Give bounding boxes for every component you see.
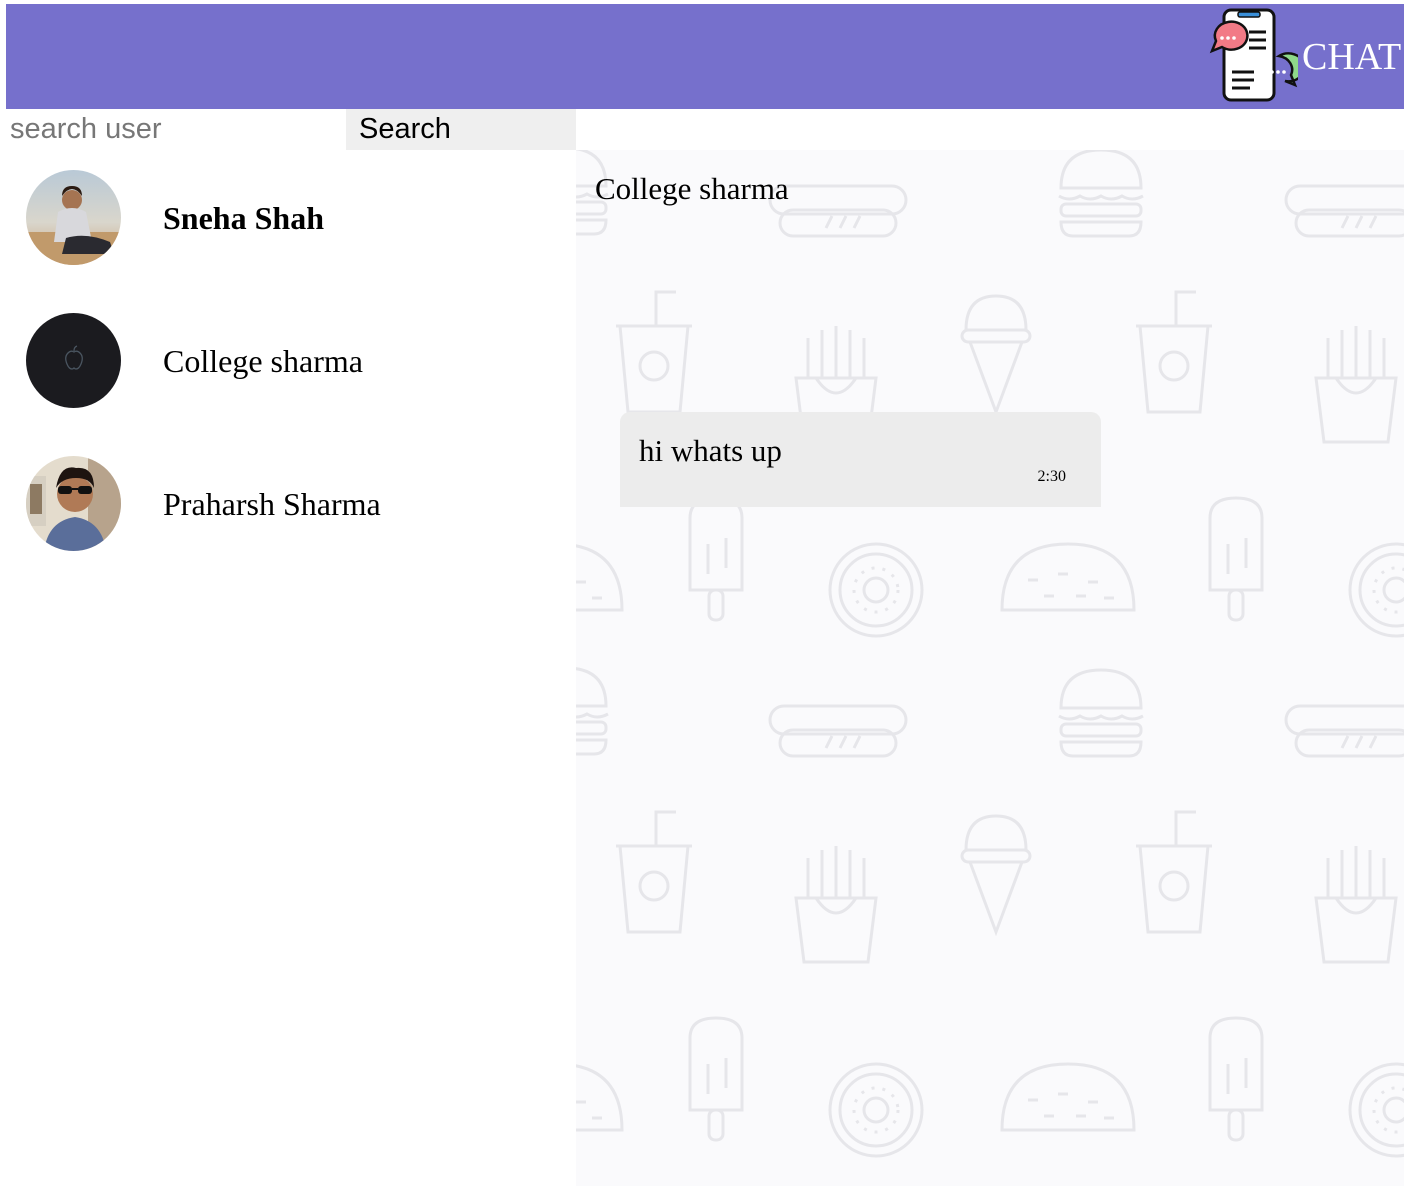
- chat-app: CHAT Search Sneha Shah: [0, 0, 1404, 1186]
- user-photo-icon: [26, 456, 121, 551]
- contact-item-praharsh-sharma[interactable]: Praharsh Sharma: [6, 436, 576, 556]
- user-photo-icon: [26, 170, 121, 265]
- chat-header-title: College sharma: [595, 171, 789, 206]
- app-header: CHAT: [6, 4, 1404, 109]
- message-bubble: hi whats up 2:30: [620, 412, 1101, 507]
- contact-item-college-sharma[interactable]: College sharma: [6, 293, 576, 413]
- search-user-input[interactable]: [6, 109, 346, 150]
- contact-name: Praharsh Sharma: [163, 486, 381, 522]
- avatar: [26, 170, 121, 265]
- chat-panel: College sharma hi whats up 2:30: [576, 150, 1404, 1186]
- contact-item-sneha-shah[interactable]: Sneha Shah: [6, 150, 576, 270]
- message-time: 2:30: [1037, 468, 1066, 485]
- contact-name: College sharma: [163, 343, 363, 379]
- chat-phone-logo-icon: [1209, 8, 1298, 102]
- contact-name: Sneha Shah: [163, 200, 324, 236]
- avatar: [26, 313, 121, 408]
- message-text: hi whats up: [639, 433, 782, 468]
- food-doodle-pattern-icon: [576, 150, 1404, 1158]
- search-button[interactable]: Search: [346, 109, 576, 150]
- avatar: [26, 456, 121, 551]
- app-title: CHAT: [1302, 36, 1402, 78]
- apple-logo-icon: [26, 313, 121, 408]
